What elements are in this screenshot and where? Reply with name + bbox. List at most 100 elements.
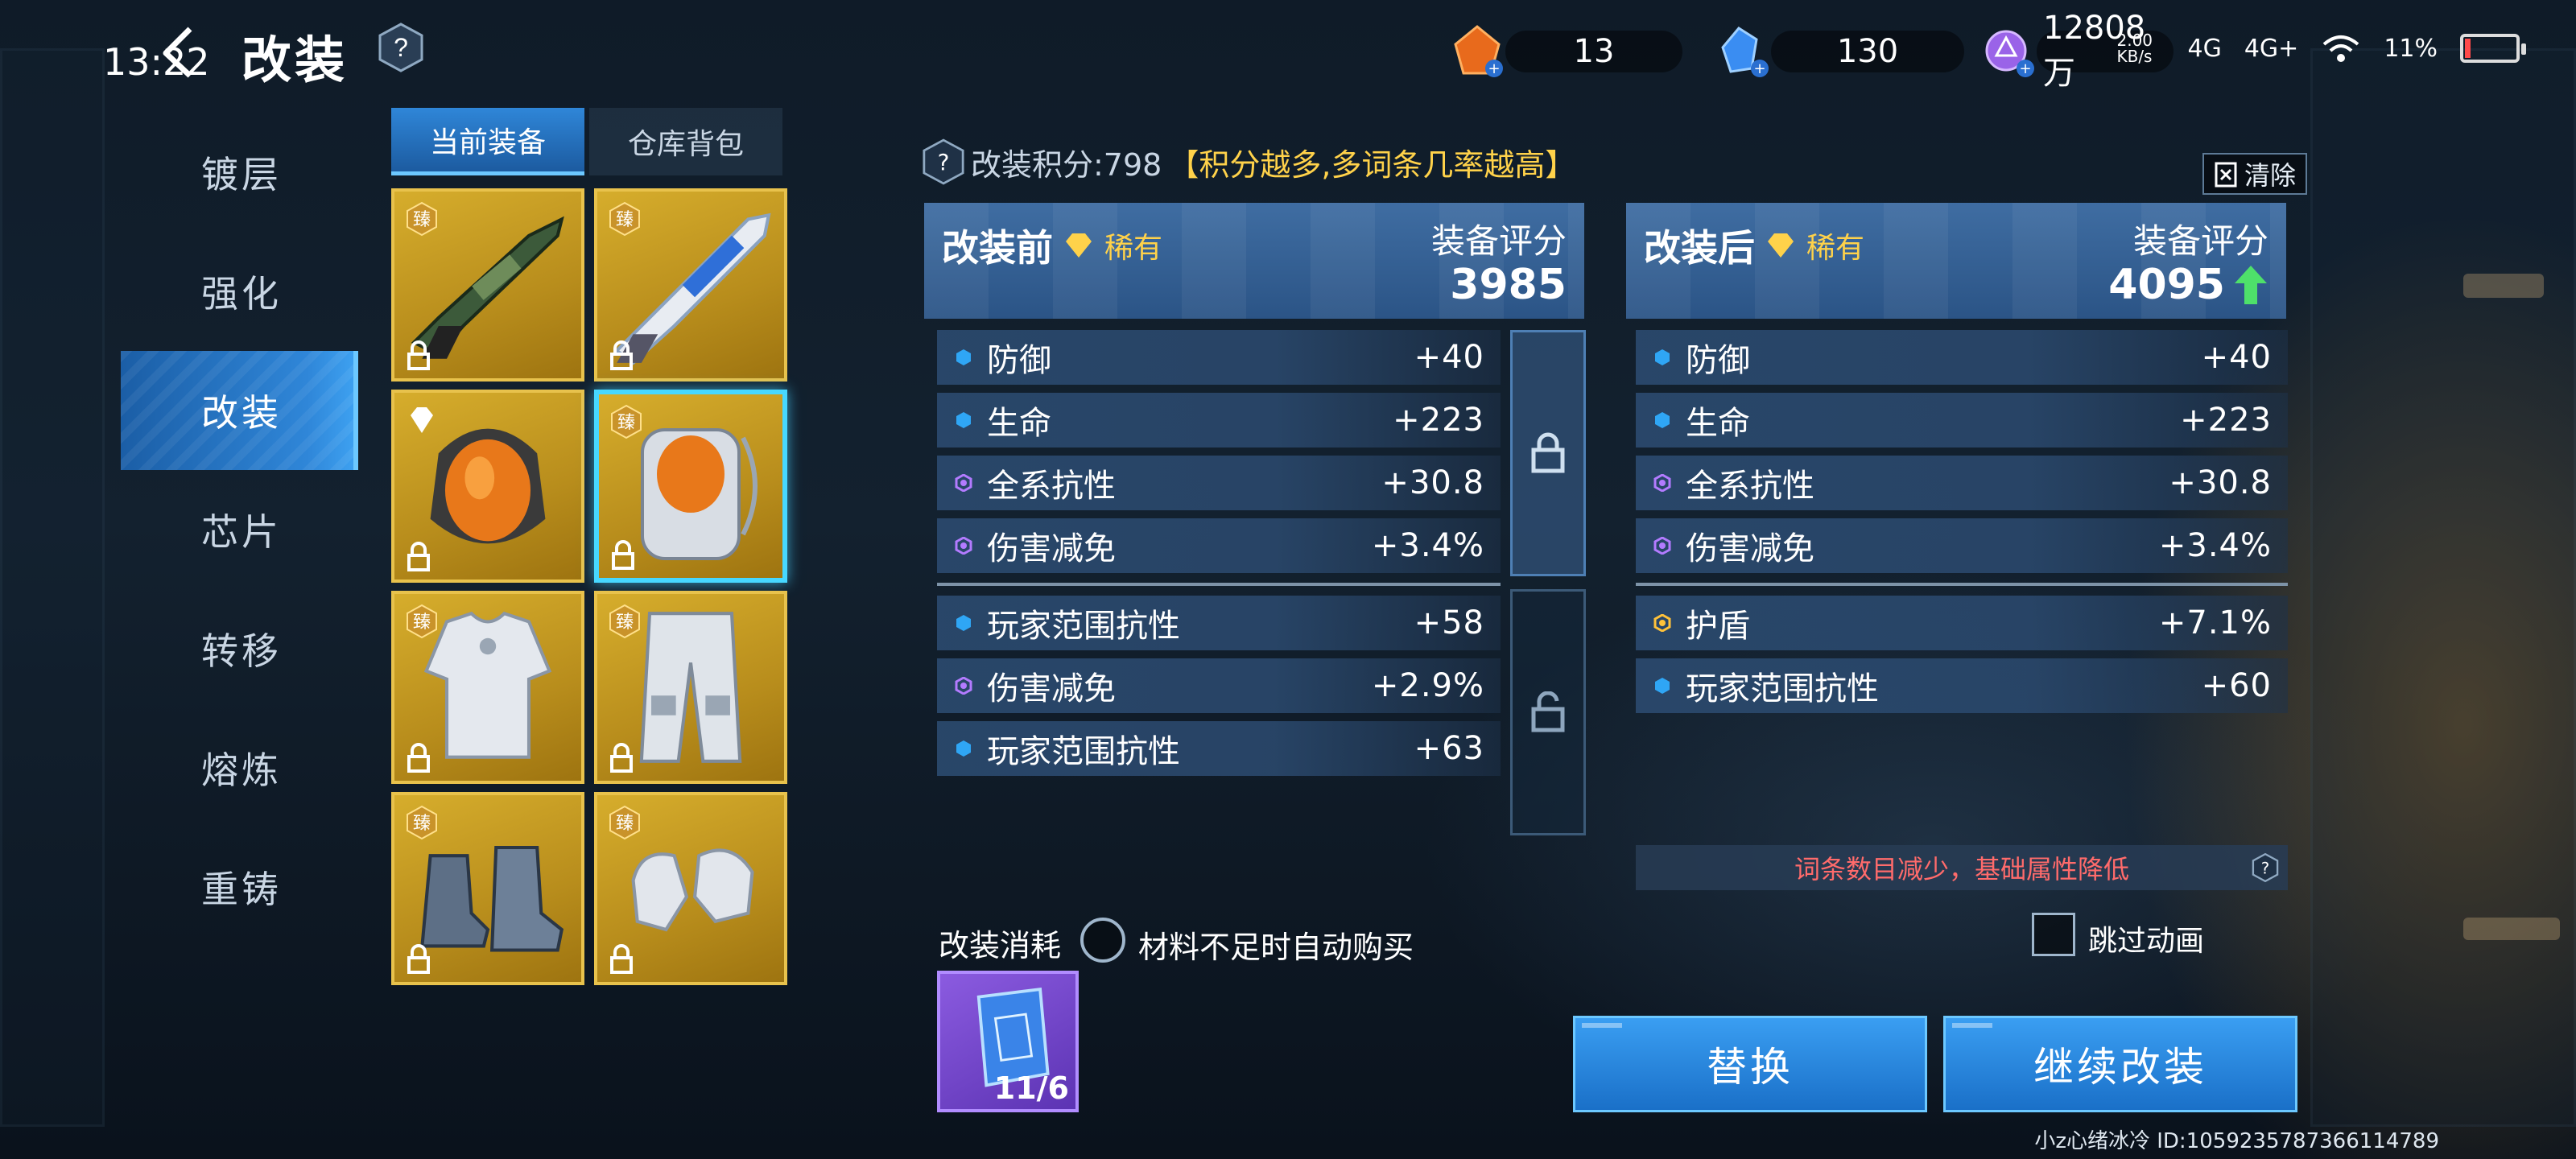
nav-item-plating[interactable]: 镀层 (121, 113, 358, 232)
nav-item-enhance[interactable]: 强化 (121, 232, 358, 351)
stat-value: +58 (1414, 604, 1484, 641)
auto-buy-label: 材料不足时自动购买 (1138, 930, 1414, 965)
after-stat-row: 防御 +40 (1636, 330, 2288, 385)
before-stat-row: 防御 +40 (937, 330, 1501, 385)
quality-badge-icon: 臻 (609, 201, 640, 237)
orange-crystal-icon: + (1454, 25, 1503, 77)
lock-icon (407, 944, 430, 974)
replace-button[interactable]: 替换 (1573, 1016, 1927, 1112)
tab-warehouse[interactable]: 仓库背包 (589, 108, 782, 175)
stat-value: +60 (2201, 667, 2272, 704)
battery-text: 11% (2384, 34, 2438, 63)
lock-open-icon (1531, 691, 1565, 732)
wall-panel-left (0, 48, 105, 1127)
after-rarity: 稀有 (1806, 232, 1865, 265)
svg-text:臻: 臻 (413, 612, 431, 633)
skip-animation-checkbox[interactable] (2032, 913, 2075, 956)
lock-icon (610, 944, 633, 974)
material-count: 11/6 (993, 1070, 1069, 1106)
before-rarity: 稀有 (1104, 232, 1163, 265)
equipment-slot-boots[interactable]: 臻 (391, 792, 584, 985)
after-stat-row: 生命 +223 (1636, 393, 2288, 448)
quality-badge-icon: 臻 (407, 201, 437, 237)
stat-value: +3.4% (2158, 527, 2272, 564)
blue-hex-icon (1655, 678, 1670, 694)
stat-value: +30.8 (2169, 464, 2272, 501)
before-score: 3985 (1450, 261, 1567, 309)
blue-hex-icon (956, 349, 971, 365)
points-help-icon[interactable]: ? (923, 138, 964, 185)
svg-text:+: + (1488, 60, 1500, 77)
help-icon[interactable]: ? (378, 23, 423, 72)
purple-hex-icon (1653, 537, 1671, 555)
warning-text: 词条数目减少，基础属性降低 (1794, 854, 2129, 885)
inventory-tabs: 当前装备 仓库背包 (391, 108, 787, 175)
quality-badge-icon: 臻 (407, 604, 437, 639)
lock-icon (407, 743, 430, 773)
clear-button[interactable]: 清除 (2202, 153, 2308, 195)
tab-current-equipment[interactable]: 当前装备 (391, 108, 584, 175)
stat-label: 玩家范围抗性 (1686, 670, 1879, 707)
stat-value: +30.8 (1381, 464, 1484, 501)
rarity-diamond-icon (1768, 233, 1794, 258)
equipment-slot-chest[interactable]: 臻 (391, 591, 584, 784)
lock-icon (407, 542, 430, 571)
stat-value: +2.9% (1371, 667, 1484, 704)
score-up-arrow-icon (2235, 266, 2267, 304)
wall-panel-right (2310, 48, 2576, 1127)
currency-orange[interactable]: + 13 (1449, 19, 1682, 84)
svg-text:+: + (1753, 60, 1765, 77)
purple-token-icon: + (1985, 30, 2034, 77)
nav-item-smelt[interactable]: 熔炼 (121, 708, 358, 827)
continue-modify-button[interactable]: 继续改装 (1943, 1016, 2297, 1112)
clear-label: 清除 (2244, 160, 2297, 191)
quality-badge-icon: 臻 (609, 805, 640, 840)
currency-blue[interactable]: + 130 (1715, 19, 1964, 84)
equipment-slot-gloves[interactable]: 臻 (594, 792, 787, 985)
stat-value: +223 (2180, 402, 2272, 439)
purple-hex-icon (955, 537, 972, 555)
after-extra-stat-row: 护盾 +7.1% (1636, 596, 2288, 650)
mod-points-hint: 【积分越多,多词条几率越高】 (1168, 146, 1576, 183)
material-slot[interactable]: 11/6 (937, 971, 1079, 1112)
quality-badge-icon: 臻 (609, 604, 640, 639)
purple-hex-icon (955, 677, 972, 695)
wifi-icon (2323, 35, 2359, 62)
trash-icon (2215, 162, 2237, 188)
after-score-label: 装备评分 (2132, 221, 2268, 261)
lock-icon (610, 743, 633, 773)
svg-text:臻: 臻 (616, 612, 634, 633)
after-stat-row: 全系抗性 +30.8 (1636, 456, 2288, 510)
nav-item-modify[interactable]: 改装 (121, 351, 358, 470)
stat-label: 玩家范围抗性 (987, 608, 1180, 645)
before-title: 改装前 (942, 226, 1053, 270)
stat-label: 玩家范围抗性 (987, 733, 1180, 770)
auto-buy-radio[interactable] (1080, 918, 1125, 963)
stat-value: +3.4% (1371, 527, 1484, 564)
equipment-slot-backpack[interactable]: 臻 (594, 390, 787, 583)
stat-value: +40 (2201, 339, 2272, 376)
nav-item-label: 重铸 (201, 868, 282, 911)
warning-bar: 词条数目减少，基础属性降低 ? (1636, 845, 2288, 890)
nav-item-chip[interactable]: 芯片 (121, 470, 358, 589)
stat-label: 生命 (987, 405, 1051, 442)
svg-text:臻: 臻 (617, 413, 635, 433)
blue-hex-icon (956, 740, 971, 757)
player-uid: 小z心绪冰冷 ID:1059235787366114789 (2034, 1129, 2439, 1153)
equipment-slot-energy-rifle[interactable]: 臻 (594, 188, 787, 382)
lock-base-stats-toggle[interactable] (1510, 330, 1586, 576)
blue-hex-icon (1655, 412, 1670, 428)
back-icon[interactable] (153, 24, 201, 80)
warning-help-icon[interactable]: ? (2251, 853, 2280, 882)
mod-category-nav: 镀层 强化 改装 芯片 转移 熔炼 重铸 (121, 113, 358, 947)
lock-extra-stats-toggle[interactable] (1510, 589, 1586, 835)
equipment-slot-helmet[interactable] (391, 390, 584, 583)
stat-label: 全系抗性 (1686, 468, 1814, 505)
equipment-slot-legs[interactable]: 臻 (594, 591, 787, 784)
nav-item-transfer[interactable]: 转移 (121, 589, 358, 708)
network-4g: 4G (2187, 34, 2222, 63)
before-extra-stat-row: 玩家范围抗性 +63 (937, 721, 1501, 776)
equipment-slot-rifle[interactable]: 臻 (391, 188, 584, 382)
battery-icon (2460, 34, 2526, 63)
nav-item-recast[interactable]: 重铸 (121, 827, 358, 947)
